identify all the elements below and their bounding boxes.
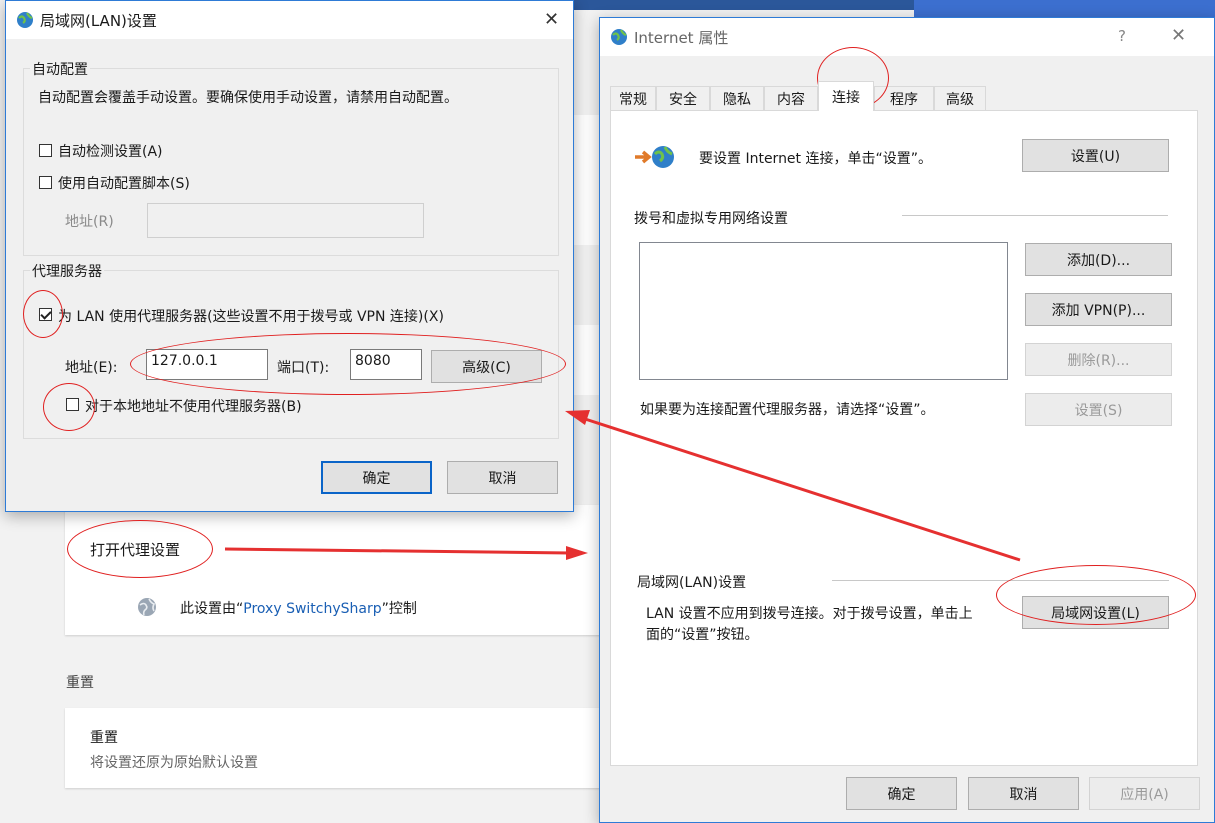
port-field[interactable]: 8080	[350, 349, 422, 380]
port-label: 端口(T):	[277, 360, 330, 376]
use-proxy-label[interactable]: 为 LAN 使用代理服务器(这些设置不用于拨号或 VPN 连接)(X)	[58, 306, 444, 326]
proxy-address-label: 地址(E):	[65, 360, 118, 376]
connections-tab-panel: 要设置 Internet 连接，单击“设置”。 设置(U) 拨号和虚拟专用网络设…	[610, 110, 1198, 766]
advanced-button[interactable]: 高级(C)	[431, 350, 542, 383]
tab-programs[interactable]: 程序	[874, 86, 934, 110]
proxy-address-field[interactable]: 127.0.0.1	[146, 349, 268, 380]
dialog-titlebar[interactable]: Internet 属性 ? ✕	[600, 18, 1214, 56]
open-proxy-settings-link[interactable]: 打开代理设置	[90, 539, 180, 560]
cancel-button[interactable]: 取消	[968, 777, 1079, 810]
connections-listbox[interactable]	[639, 242, 1008, 380]
remove-connection-button[interactable]: 删除(R)...	[1025, 343, 1172, 376]
lan-settings-dialog: 局域网(LAN)设置 ✕ 自动配置 自动配置会覆盖手动设置。要确保使用手动设置，…	[5, 0, 574, 512]
tab-advanced[interactable]: 高级	[934, 86, 986, 110]
extension-globe-icon	[138, 598, 156, 616]
internet-options-icon	[611, 29, 627, 45]
use-proxy-checkbox[interactable]	[39, 308, 52, 321]
tab-connections[interactable]: 连接	[818, 81, 874, 111]
tab-privacy[interactable]: 隐私	[710, 86, 764, 110]
settings-card-edge	[570, 115, 600, 245]
lan-settings-button[interactable]: 局域网设置(L)	[1022, 596, 1169, 629]
reset-description: 将设置还原为原始默认设置	[90, 755, 258, 771]
dialog-titlebar[interactable]: 局域网(LAN)设置 ✕	[6, 1, 573, 39]
reset-section-heading: 重置	[66, 675, 94, 691]
section-divider	[832, 580, 1169, 581]
bypass-local-checkbox[interactable]	[66, 398, 79, 411]
setup-connection-text: 要设置 Internet 连接，单击“设置”。	[699, 151, 932, 167]
cancel-button[interactable]: 取消	[447, 461, 558, 494]
internet-options-icon	[17, 12, 33, 28]
auto-detect-label[interactable]: 自动检测设置(A)	[58, 141, 163, 161]
reset-settings-card[interactable]	[65, 708, 605, 788]
extension-name-link[interactable]: Proxy SwitchySharp	[243, 601, 381, 617]
tab-content[interactable]: 内容	[764, 86, 818, 110]
close-icon[interactable]: ✕	[544, 9, 559, 30]
auto-config-description: 自动配置会覆盖手动设置。要确保使用手动设置，请禁用自动配置。	[38, 90, 458, 106]
bypass-local-label[interactable]: 对于本地地址不使用代理服务器(B)	[85, 396, 302, 416]
tab-general[interactable]: 常规	[610, 86, 656, 110]
network-globe-icon	[635, 146, 674, 168]
lan-description-line1: LAN 设置不应用到拨号连接。对于拨号设置，单击上	[646, 606, 973, 622]
section-divider	[902, 215, 1168, 216]
tab-security[interactable]: 安全	[656, 86, 710, 110]
add-connection-button[interactable]: 添加(D)...	[1025, 243, 1172, 276]
lan-settings-heading: 局域网(LAN)设置	[637, 575, 747, 591]
setup-button[interactable]: 设置(U)	[1022, 139, 1169, 172]
proxy-hint-text: 如果要为连接配置代理服务器，请选择“设置”。	[640, 402, 935, 418]
add-vpn-button[interactable]: 添加 VPN(P)...	[1025, 293, 1172, 326]
settings-card-edge	[570, 325, 600, 395]
ok-button[interactable]: 确定	[321, 461, 432, 494]
dialog-title: 局域网(LAN)设置	[40, 12, 157, 30]
script-address-field[interactable]	[147, 203, 424, 238]
auto-config-group-label: 自动配置	[30, 59, 90, 79]
auto-detect-checkbox[interactable]	[39, 144, 52, 157]
connection-settings-button[interactable]: 设置(S)	[1025, 393, 1172, 426]
ok-button[interactable]: 确定	[846, 777, 957, 810]
auto-script-checkbox[interactable]	[39, 176, 52, 189]
dialup-vpn-heading: 拨号和虚拟专用网络设置	[634, 211, 788, 227]
reset-title: 重置	[90, 730, 118, 746]
script-address-label: 地址(R)	[65, 214, 114, 230]
apply-button[interactable]: 应用(A)	[1089, 777, 1200, 810]
lan-description-line2: 面的“设置”按钮。	[646, 627, 759, 643]
proxy-server-group-label: 代理服务器	[30, 261, 104, 281]
proxy-controlled-by-text: 此设置由“Proxy SwitchySharp”控制	[180, 601, 417, 617]
dialog-title: Internet 属性	[634, 29, 729, 47]
browser-top-bar-right	[914, 0, 1215, 18]
browser-top-bar	[560, 0, 914, 10]
auto-script-label[interactable]: 使用自动配置脚本(S)	[58, 173, 190, 193]
help-icon[interactable]: ?	[1118, 27, 1126, 45]
close-icon[interactable]: ✕	[1171, 25, 1186, 46]
internet-properties-dialog: Internet 属性 ? ✕ 常规 安全 隐私 内容 连接 程序 高级 要设置…	[599, 17, 1215, 823]
